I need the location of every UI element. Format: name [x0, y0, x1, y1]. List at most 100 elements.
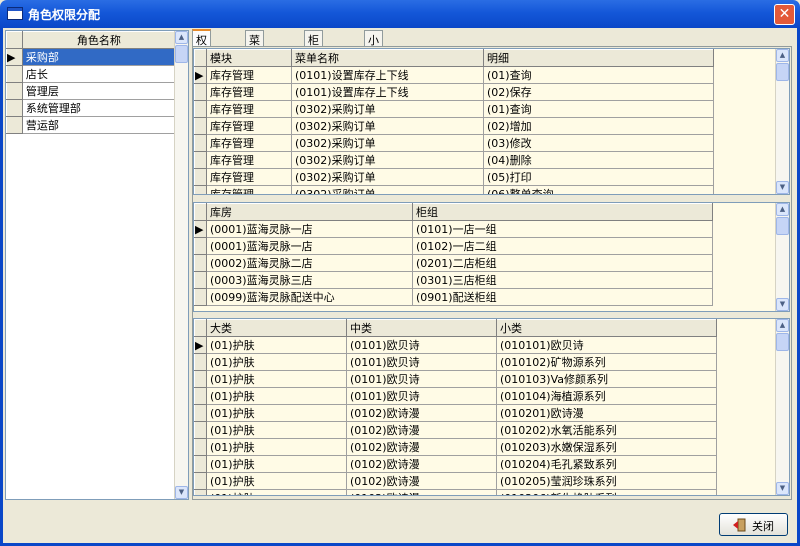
module-cell[interactable]: 库存管理 [206, 117, 292, 135]
major-category-cell[interactable]: (01)护肤 [206, 404, 347, 422]
major-category-cell[interactable]: (01)护肤 [206, 438, 347, 456]
detail-cell[interactable]: (05)打印 [483, 168, 714, 186]
scroll-up-icon[interactable]: ▲ [776, 319, 789, 332]
role-name-cell[interactable]: 店长 [21, 65, 177, 83]
menu-name-cell[interactable]: (0302)采购订单 [291, 134, 484, 152]
scroll-up-icon[interactable]: ▲ [776, 203, 789, 216]
major-category-cell[interactable]: (01)护肤 [206, 353, 347, 371]
minor-category-cell[interactable]: (010101)欧贝诗 [496, 336, 717, 354]
mid-category-cell[interactable]: (0102)欧诗漫 [346, 438, 497, 456]
mid-category-cell[interactable]: (0102)欧诗漫 [346, 489, 497, 495]
table-row[interactable]: 库存管理 (0302)采购订单 (03)修改 [194, 134, 714, 152]
counter-group-cell[interactable]: (0201)二店柜组 [412, 254, 713, 272]
module-cell[interactable]: 库存管理 [206, 185, 292, 194]
warehouse-cell[interactable]: (0003)蓝海灵脉三店 [206, 271, 413, 289]
module-cell[interactable]: 库存管理 [206, 134, 292, 152]
counter-group-cell[interactable]: (0901)配送柜组 [412, 288, 713, 306]
major-category-cell[interactable]: (01)护肤 [206, 336, 347, 354]
table-row[interactable]: (01)护肤 (0101)欧贝诗 (010104)海植源系列 [194, 387, 717, 405]
scroll-thumb[interactable] [175, 45, 188, 63]
table-row[interactable]: (0099)蓝海灵脉配送中心 (0901)配送柜组 [194, 288, 713, 306]
minor-category-cell[interactable]: (010202)水氧活能系列 [496, 421, 717, 439]
minor-category-cell[interactable]: (010206)新生焕肤系列 [496, 489, 717, 495]
warehouse-cell[interactable]: (0001)蓝海灵脉一店 [206, 237, 413, 255]
table-row[interactable]: (01)护肤(0102)欧诗漫(010206)新生焕肤系列 [194, 489, 717, 495]
table-row[interactable]: (0003)蓝海灵脉三店 (0301)三店柜组 [194, 271, 713, 289]
category-grid-scrollbar[interactable]: ▲ ▼ [775, 319, 789, 495]
tab-1[interactable]: 菜单权限 [245, 30, 264, 95]
menu-grid-scrollbar[interactable]: ▲ ▼ [775, 49, 789, 194]
table-row[interactable]: 库存管理 (0302)采购订单 (06)整单查询 [194, 185, 714, 194]
scroll-down-icon[interactable]: ▼ [776, 482, 789, 495]
mid-category-header[interactable]: 中类 [346, 319, 497, 337]
menu-name-header[interactable]: 菜单名称 [291, 49, 484, 67]
detail-cell[interactable]: (01)查询 [483, 100, 714, 118]
detail-header[interactable]: 明细 [483, 49, 714, 67]
tab-3[interactable]: 小类权限 [364, 30, 383, 95]
window-close-button[interactable]: ✕ [774, 4, 795, 25]
role-row[interactable]: 营运部 [6, 116, 177, 134]
major-category-cell[interactable]: (01)护肤 [206, 472, 347, 490]
table-row[interactable]: (01)护肤 (0102)欧诗漫 (010204)毛孔紧致系列 [194, 455, 717, 473]
minor-category-header[interactable]: 小类 [496, 319, 717, 337]
mid-category-cell[interactable]: (0101)欧贝诗 [346, 336, 497, 354]
table-row[interactable]: 库存管理 (0302)采购订单 (02)增加 [194, 117, 714, 135]
menu-name-cell[interactable]: (0101)设置库存上下线 [291, 83, 484, 101]
role-name-cell[interactable]: 采购部 [21, 48, 177, 66]
table-row[interactable]: 库存管理 (0302)采购订单 (04)删除 [194, 151, 714, 169]
table-row[interactable]: 库存管理 (0302)采购订单 (01)查询 [194, 100, 714, 118]
minor-category-cell[interactable]: (010203)水嫩保湿系列 [496, 438, 717, 456]
menu-name-cell[interactable]: (0302)采购订单 [291, 151, 484, 169]
warehouse-header[interactable]: 库房 [206, 203, 413, 221]
table-row[interactable]: (0002)蓝海灵脉二店 (0201)二店柜组 [194, 254, 713, 272]
table-row[interactable]: (01)护肤 (0101)欧贝诗 (010102)矿物源系列 [194, 353, 717, 371]
scroll-thumb[interactable] [776, 333, 789, 351]
table-row[interactable]: 库存管理 (0101)设置库存上下线 (02)保存 [194, 83, 714, 101]
minor-category-cell[interactable]: (010204)毛孔紧致系列 [496, 455, 717, 473]
role-name-cell[interactable]: 管理层 [21, 82, 177, 100]
scroll-down-icon[interactable]: ▼ [776, 181, 789, 194]
minor-category-cell[interactable]: (010103)Va修颜系列 [496, 370, 717, 388]
counter-grid-scrollbar[interactable]: ▲ ▼ [775, 203, 789, 311]
mid-category-cell[interactable]: (0102)欧诗漫 [346, 472, 497, 490]
detail-cell[interactable]: (02)保存 [483, 83, 714, 101]
detail-cell[interactable]: (02)增加 [483, 117, 714, 135]
module-cell[interactable]: 库存管理 [206, 83, 292, 101]
detail-cell[interactable]: (03)修改 [483, 134, 714, 152]
role-list-scrollbar[interactable]: ▲ ▼ [174, 31, 188, 499]
table-row[interactable]: ▶ (0001)蓝海灵脉一店 (0101)一店一组 [194, 220, 713, 238]
counter-group-cell[interactable]: (0102)一店二组 [412, 237, 713, 255]
menu-name-cell[interactable]: (0302)采购订单 [291, 117, 484, 135]
major-category-header[interactable]: 大类 [206, 319, 347, 337]
role-name-header[interactable]: 角色名称 [21, 31, 177, 49]
menu-name-cell[interactable]: (0302)采购订单 [291, 168, 484, 186]
detail-cell[interactable]: (06)整单查询 [483, 185, 714, 194]
counter-group-cell[interactable]: (0301)三店柜组 [412, 271, 713, 289]
detail-cell[interactable]: (04)删除 [483, 151, 714, 169]
mid-category-cell[interactable]: (0101)欧贝诗 [346, 370, 497, 388]
scroll-up-icon[interactable]: ▲ [175, 31, 188, 44]
module-cell[interactable]: 库存管理 [206, 151, 292, 169]
menu-name-cell[interactable]: (0101)设置库存上下线 [291, 66, 484, 84]
warehouse-cell[interactable]: (0099)蓝海灵脉配送中心 [206, 288, 413, 306]
module-cell[interactable]: 库存管理 [206, 168, 292, 186]
major-category-cell[interactable]: (01)护肤 [206, 370, 347, 388]
menu-name-cell[interactable]: (0302)采购订单 [291, 100, 484, 118]
major-category-cell[interactable]: (01)护肤 [206, 387, 347, 405]
mid-category-cell[interactable]: (0101)欧贝诗 [346, 387, 497, 405]
table-row[interactable]: ▶ 库存管理 (0101)设置库存上下线 (01)查询 [194, 66, 714, 84]
detail-cell[interactable]: (01)查询 [483, 66, 714, 84]
role-row[interactable]: 系统管理部 [6, 99, 177, 117]
table-row[interactable]: (01)护肤 (0102)欧诗漫 (010205)莹润珍珠系列 [194, 472, 717, 490]
module-cell[interactable]: 库存管理 [206, 100, 292, 118]
major-category-cell[interactable]: (01)护肤 [206, 455, 347, 473]
mid-category-cell[interactable]: (0101)欧贝诗 [346, 353, 497, 371]
scroll-down-icon[interactable]: ▼ [776, 298, 789, 311]
mid-category-cell[interactable]: (0102)欧诗漫 [346, 421, 497, 439]
scroll-thumb[interactable] [776, 217, 789, 235]
role-name-cell[interactable]: 系统管理部 [21, 99, 177, 117]
scroll-up-icon[interactable]: ▲ [776, 49, 789, 62]
minor-category-cell[interactable]: (010201)欧诗漫 [496, 404, 717, 422]
counter-group-cell[interactable]: (0101)一店一组 [412, 220, 713, 238]
warehouse-cell[interactable]: (0001)蓝海灵脉一店 [206, 220, 413, 238]
